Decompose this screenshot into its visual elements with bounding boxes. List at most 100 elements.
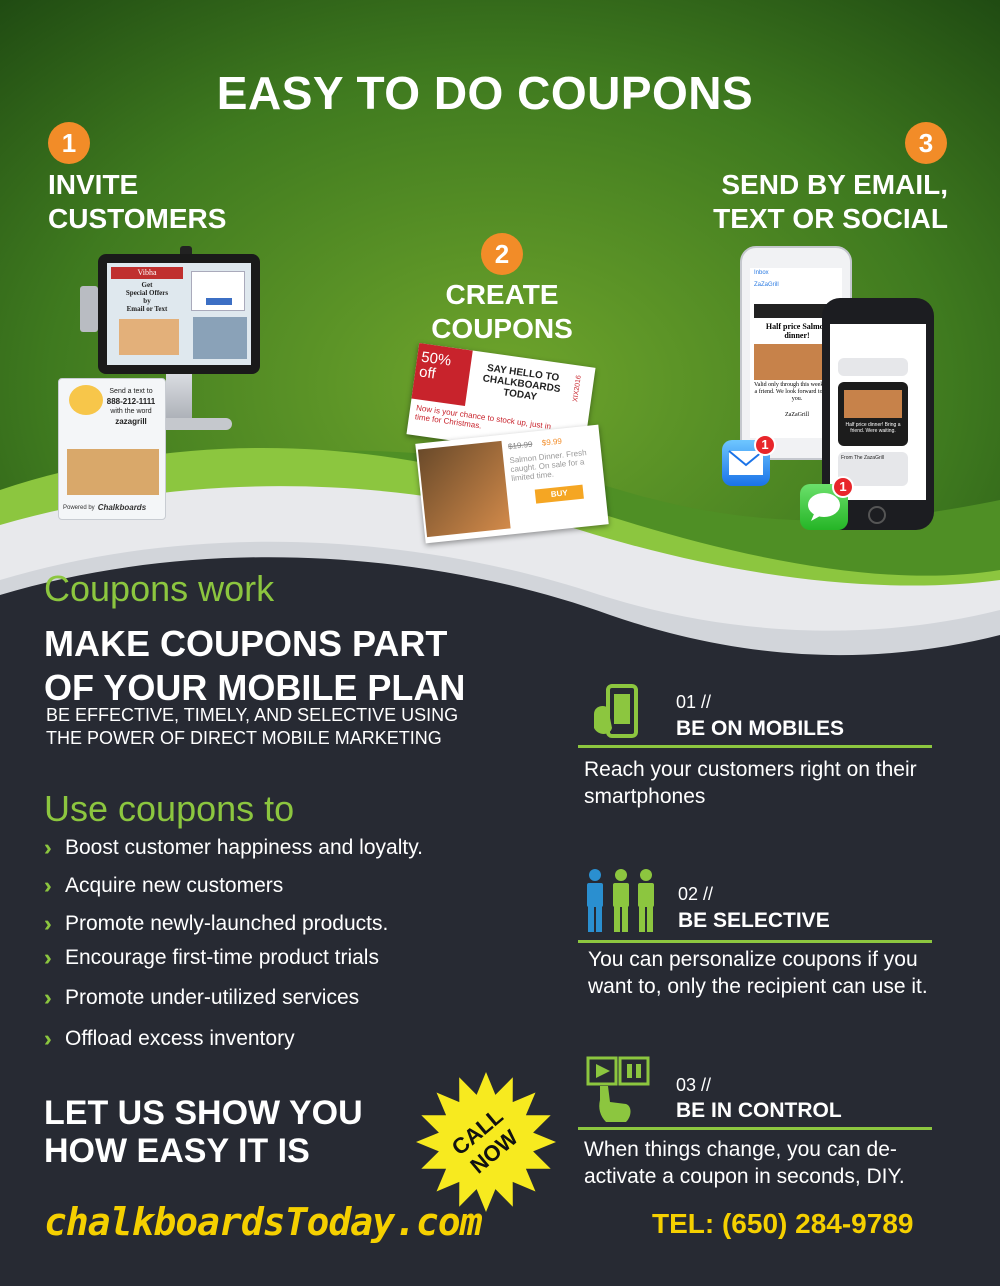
feature-2-number: 02 // [678,884,714,904]
chevron-right-icon: ›› [44,835,52,860]
list-item-text: Boost customer happiness and loyalty. [65,836,423,859]
tablet-frame: Vibha Get Special Offers by Email or Tex… [98,254,260,374]
tent-keyword: zazagrill [115,417,147,426]
coupon-card-back: $19.99 $9.99 Salmon Dinner. Fresh caught… [415,424,609,544]
step-1-label: INVITE CUSTOMERS [48,168,308,236]
screen-agent-photo [193,317,247,359]
feature-1-desc: Reach your customers right on their smar… [584,756,964,810]
coupon-old-price: $19.99 [507,439,533,452]
sms-body: Half price dinner! Bring a friend. Were … [845,422,901,434]
tent-brand: Chalkboards [97,503,147,512]
sms-bubble-1 [838,358,908,376]
mail-notification-badge: 1 [754,434,776,456]
step-3-label: SEND BY EMAIL, TEXT OR SOCIAL [650,168,948,236]
tent-promo-badge [69,385,103,415]
subhead-line1: BE EFFECTIVE, TIMELY, AND SELECTIVE USIN… [46,705,459,725]
kiosk-stand-neck [166,374,192,424]
table-tent-card: Send a text to 888-212-1111 with the wor… [58,378,166,520]
step-1-label-line1: INVITE [48,169,139,200]
use-coupons-heading: Use coupons to [44,788,295,829]
list-item: ›› Acquire new customers [44,872,524,900]
list-item-text: Promote newly-launched products. [65,912,389,935]
step-3-label-line2: TEXT OR SOCIAL [713,203,948,234]
cta-line2: HOW EASY IT IS [44,1132,310,1170]
cta-line1: LET US SHOW YOU [44,1094,363,1132]
coupon-new-price: $9.99 [541,436,563,448]
screen-offer-text: Get Special Offers by Email or Text [111,281,183,313]
feature-3-title: BE IN CONTROL [676,1099,842,1122]
step-2-label-line2: COUPONS [431,313,573,344]
sms-screen: Half price dinner! Bring a friend. Were … [830,324,926,500]
screen-brand: Vibha [111,267,183,279]
list-item-text: Encourage first-time product trials [65,946,379,969]
feature-1-desc-line2: smartphones [584,785,706,808]
phone-number[interactable]: TEL: (650) 284-9789 [652,1208,913,1240]
step-1-badge: 1 [48,122,90,164]
email-inbox-link: Inbox [754,270,769,276]
screen-line3: by [143,297,151,305]
feature-2-title: BE SELECTIVE [678,909,830,932]
step-2-label-line1: CREATE [445,279,559,310]
list-item-text: Promote under-utilized services [65,986,360,1009]
screen-signup-form [191,271,245,311]
screen-line2: Special Offers [125,289,169,297]
feature-1-divider [578,745,932,748]
home-button [868,506,886,524]
screen-line1: Get [141,281,153,289]
messages-notification-badge: 1 [832,476,854,498]
card-reader [80,286,98,332]
tent-text: Send a text to 888-212-1111 with the wor… [99,387,163,427]
tent-line1: Send a text to [109,388,153,395]
subhead-line2: THE POWER OF DIRECT MOBILE MARKETING [46,728,442,748]
feature-3-desc-line2: activate a coupon in seconds, DIY. [584,1165,905,1188]
tent-footer: Powered by Chalkboards [63,503,163,512]
mobile-plan-headline: MAKE COUPONS PART OF YOUR MOBILE PLAN [44,622,514,710]
feature-1-title: BE ON MOBILES [676,717,845,740]
chevron-right-icon: ›› [44,873,52,898]
feature-3-divider [578,1127,932,1130]
sms-salmon-photo [844,390,902,418]
email-from: ZaZaGrill [754,282,779,288]
tent-food-collage [67,449,159,495]
feature-2-divider [578,940,932,943]
play-pause-control-icon [586,1056,650,1122]
list-item: ›› Promote newly-launched products. [44,910,524,938]
list-item-text: Acquire new customers [65,874,284,897]
screen-food-collage [119,319,179,355]
feature-3-number: 03 // [676,1075,712,1095]
step-2-badge: 2 [481,233,523,275]
chevron-right-icon: ›› [44,1026,52,1051]
page-title: EASY TO DO COUPONS [216,67,754,119]
website-link[interactable]: chalkboardsToday.com [44,1200,483,1244]
coupon-discount: 50% off [411,343,473,407]
mobile-plan-headline-line1: MAKE COUPONS PART [44,623,448,664]
coupon-headline: SAY HELLO TO CHALKBOARDS TODAY [481,362,562,403]
mobile-plan-subhead: BE EFFECTIVE, TIMELY, AND SELECTIVE USIN… [46,704,516,750]
list-item-text: Offload excess inventory [65,1027,295,1050]
list-item: ›› Encourage first-time product trials [44,944,524,972]
feature-2-desc-line1: You can personalize coupons if you [588,948,918,971]
feature-3-desc-line1: When things change, you can de- [584,1138,897,1161]
cta-headline: LET US SHOW YOU HOW EASY IT IS [44,1094,424,1170]
screen-submit-button [206,298,232,305]
people-group-icon [587,869,654,932]
step-3-label-line1: SEND BY EMAIL, [721,169,948,200]
step-3-badge: 3 [905,122,947,164]
feature-1-desc-line1: Reach your customers right on their [584,758,917,781]
list-item: ›› Promote under-utilized services [44,984,524,1012]
step-2-label: CREATE COUPONS [400,278,604,346]
coupon-salmon-photo [417,440,511,538]
coupon-desc: Salmon Dinner. Fresh caught. On sale for… [509,448,587,484]
feature-3-desc: When things change, you can de- activate… [584,1136,964,1190]
feature-2-desc: You can personalize coupons if you want … [588,946,968,1000]
benefits-list: ›› Boost customer happiness and loyalty. … [44,834,524,1053]
call-now-starburst[interactable]: CALL NOW [414,1070,558,1214]
tent-number: 888-212-1111 [106,397,156,406]
step-1-label-line2: CUSTOMERS [48,203,227,234]
coupon-code: XIX2016 [572,374,583,403]
chevron-right-icon: ›› [44,945,52,970]
coupons-work-heading: Coupons work [44,568,275,609]
list-item: ›› Offload excess inventory [44,1025,524,1053]
feature-1-number: 01 // [676,692,712,712]
smartphone-hand-icon [594,684,638,738]
